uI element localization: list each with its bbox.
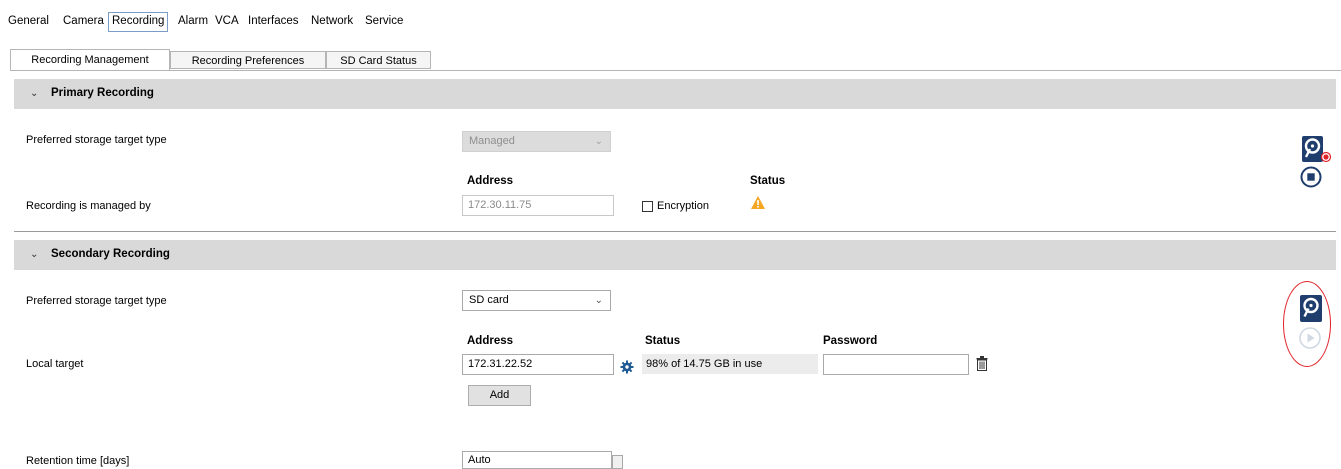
top-menu-bar: General Camera Recording Alarm VCA Inter… xyxy=(0,0,1341,40)
primary-recording-title: Primary Recording xyxy=(51,87,154,99)
chevron-down-icon: ⌄ xyxy=(594,295,603,306)
section-divider xyxy=(14,231,1336,232)
primary-address-header: Address xyxy=(467,175,514,187)
secondary-storage-value: SD card xyxy=(469,294,509,306)
tab-recording-management[interactable]: Recording Management xyxy=(10,49,170,71)
warning-icon xyxy=(751,196,765,209)
hard-drive-icon xyxy=(1302,136,1332,163)
secondary-storage-label: Preferred storage target type xyxy=(26,295,167,307)
menu-general[interactable]: General xyxy=(5,12,52,30)
retention-spinner[interactable] xyxy=(612,455,623,469)
secondary-status-header: Status xyxy=(645,335,681,347)
primary-recording-header[interactable]: ⌄ Primary Recording xyxy=(14,79,1336,109)
menu-vca[interactable]: VCA xyxy=(212,12,242,30)
tab-divider xyxy=(10,70,1341,71)
menu-alarm[interactable]: Alarm xyxy=(175,12,211,30)
primary-address-field[interactable]: 172.30.11.75 xyxy=(462,195,614,216)
retention-label: Retention time [days] xyxy=(26,455,130,467)
tab-recording-preferences[interactable]: Recording Preferences xyxy=(170,51,326,69)
primary-storage-label: Preferred storage target type xyxy=(26,134,167,146)
secondary-recording-title: Secondary Recording xyxy=(51,248,170,260)
secondary-address-header: Address xyxy=(467,335,514,347)
password-field[interactable] xyxy=(823,354,969,375)
menu-service[interactable]: Service xyxy=(362,12,406,30)
primary-storage-value: Managed xyxy=(469,135,515,147)
primary-status-header: Status xyxy=(750,175,786,187)
secondary-password-header: Password xyxy=(823,335,878,347)
retention-field[interactable]: Auto xyxy=(462,451,612,469)
menu-camera[interactable]: Camera xyxy=(60,12,107,30)
encryption-checkbox[interactable] xyxy=(642,201,653,212)
chevron-down-icon: ⌄ xyxy=(30,249,39,260)
primary-storage-select: Managed ⌄ xyxy=(462,131,611,152)
chevron-down-icon: ⌄ xyxy=(30,88,39,99)
secondary-status-value: 98% of 14.75 GB in use xyxy=(642,354,818,374)
encryption-label: Encryption xyxy=(657,200,709,212)
local-target-label: Local target xyxy=(26,358,84,370)
secondary-storage-select[interactable]: SD card ⌄ xyxy=(462,290,611,311)
secondary-address-field[interactable]: 172.31.22.52 xyxy=(462,354,614,375)
menu-recording[interactable]: Recording xyxy=(108,12,169,32)
add-button[interactable]: Add xyxy=(468,385,531,406)
gear-icon[interactable] xyxy=(620,360,634,374)
secondary-recording-header[interactable]: ⌄ Secondary Recording xyxy=(14,240,1336,270)
primary-managed-label: Recording is managed by xyxy=(26,200,151,212)
menu-network[interactable]: Network xyxy=(308,12,356,30)
stop-icon[interactable] xyxy=(1300,166,1322,188)
trash-icon[interactable] xyxy=(976,356,988,371)
tab-sd-card-status[interactable]: SD Card Status xyxy=(326,51,431,69)
highlight-ring xyxy=(1283,281,1331,367)
chevron-down-icon: ⌄ xyxy=(594,136,603,147)
menu-interfaces[interactable]: Interfaces xyxy=(245,12,302,30)
